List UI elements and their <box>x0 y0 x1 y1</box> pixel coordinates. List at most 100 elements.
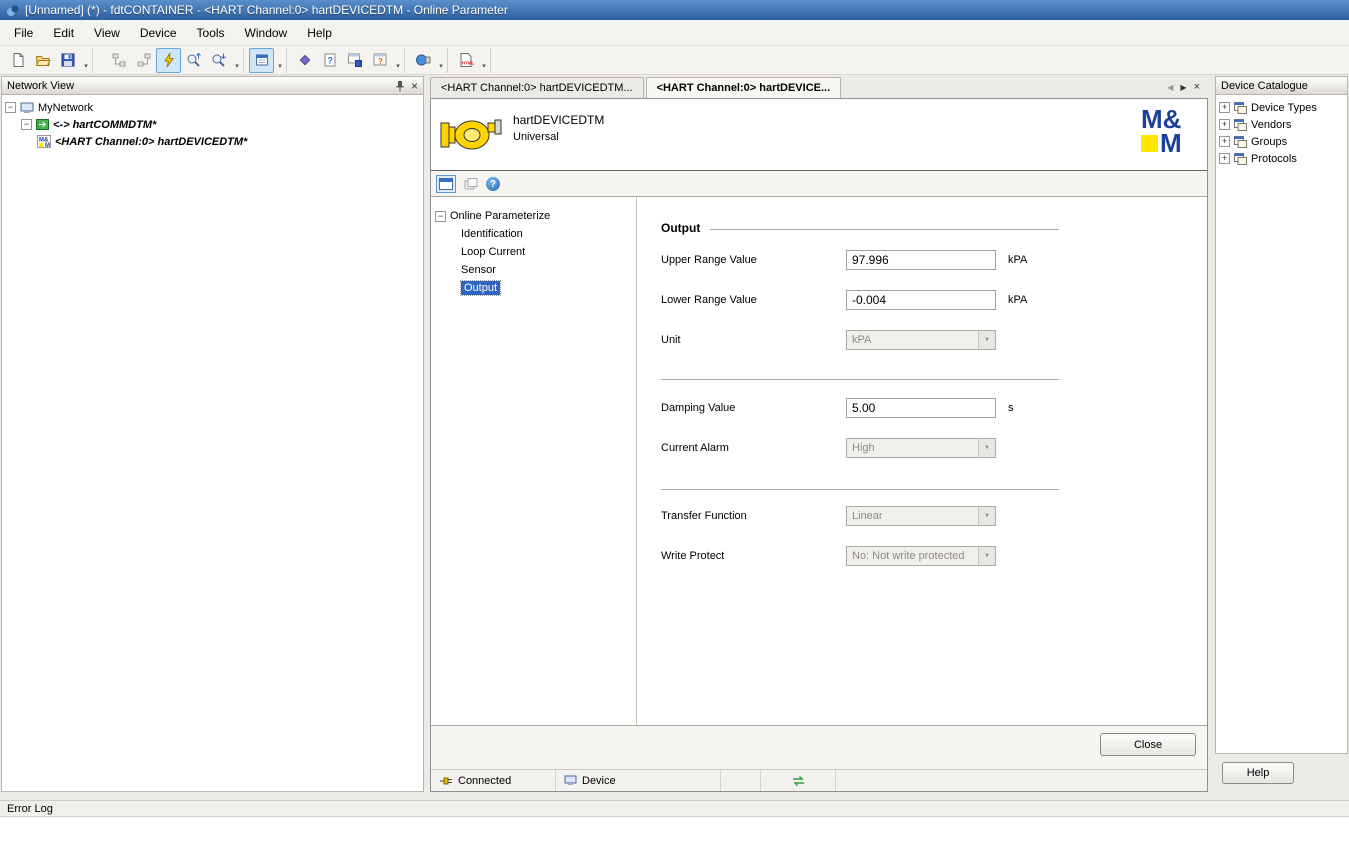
nav-item-label-selected: Output <box>459 280 502 296</box>
unit-dropdown[interactable]: kPA ▼ <box>846 330 996 350</box>
connection-orb-icon[interactable] <box>410 48 435 73</box>
html-export-icon[interactable]: HTML <box>453 48 478 73</box>
tree-node-mynetwork[interactable]: − MyNetwork <box>5 99 420 116</box>
nav-item-identification[interactable]: Identification <box>435 225 632 243</box>
catalogue-item-groups[interactable]: + Groups <box>1219 133 1344 150</box>
expand-icon[interactable]: + <box>1219 153 1230 164</box>
nav-root[interactable]: − Online Parameterize <box>435 207 632 225</box>
section-rule <box>710 228 1059 230</box>
menu-tools[interactable]: Tools <box>187 22 235 44</box>
store-to-device-icon[interactable] <box>206 48 231 73</box>
help-button[interactable]: Help <box>1222 762 1294 784</box>
nav-root-label: Online Parameterize <box>450 210 551 222</box>
nav-item-loop-current[interactable]: Loop Current <box>435 243 632 261</box>
network-download-icon[interactable] <box>131 48 156 73</box>
menu-window[interactable]: Window <box>235 22 298 44</box>
device-catalogue-panel: Device Catalogue + Device Types + Vendor… <box>1215 76 1348 792</box>
menu-edit[interactable]: Edit <box>43 22 84 44</box>
tab-scroll-right-icon[interactable]: ▶ <box>1180 83 1186 92</box>
save-icon[interactable] <box>55 48 80 73</box>
chevron-down-icon: ▼ <box>978 331 995 349</box>
field-label: Current Alarm <box>661 442 729 454</box>
dtm-status-bar: Connected Device <box>431 769 1207 791</box>
catalogue-item-device-types[interactable]: + Device Types <box>1219 99 1344 116</box>
toolbar-dropdown-icon[interactable]: ▾ <box>231 47 244 73</box>
about-icon[interactable]: ? <box>367 48 392 73</box>
connect-plug-icon[interactable] <box>156 47 181 73</box>
nav-item-label: Identification <box>461 228 523 240</box>
tab-close-icon[interactable]: × <box>1194 81 1200 93</box>
tree-node-label: <HART Channel:0> hartDEVICEDTM* <box>55 135 248 148</box>
toolbar-dropdown-icon[interactable]: ▾ <box>392 47 405 73</box>
vendor-logo-square <box>1141 135 1158 152</box>
tab-scroll-left-icon[interactable]: ◀ <box>1167 83 1173 92</box>
section-title: Output <box>661 221 701 235</box>
catalogue-folder-icon <box>1234 118 1247 131</box>
nav-item-output[interactable]: Output <box>435 279 632 297</box>
pages-view-icon[interactable] <box>461 175 481 193</box>
menu-file[interactable]: File <box>4 22 43 44</box>
toolbar-dropdown-icon[interactable]: ▾ <box>274 47 287 73</box>
error-log-panel: Error Log <box>0 800 1349 850</box>
load-from-device-icon[interactable] <box>181 48 206 73</box>
status-filler <box>836 770 1207 791</box>
damping-input[interactable] <box>846 398 996 418</box>
write-protect-dropdown[interactable]: No: Not write protected ▼ <box>846 546 996 566</box>
new-file-icon[interactable] <box>5 48 30 73</box>
report-icon[interactable] <box>342 48 367 73</box>
toolbar-dropdown-icon[interactable]: ▾ <box>435 47 448 73</box>
toolbar-dropdown-icon[interactable]: ▾ <box>80 47 93 73</box>
field-label: Damping Value <box>661 402 736 414</box>
pin-icon[interactable] <box>395 80 405 92</box>
layout-view-icon[interactable] <box>436 175 456 193</box>
application-window: [Unnamed] (*) - fdtCONTAINER - <HART Cha… <box>0 0 1349 850</box>
dtm-help-icon[interactable]: ? <box>486 177 500 191</box>
close-button[interactable]: Close <box>1100 733 1196 756</box>
field-upper-range: Upper Range Value kPA <box>661 249 1059 271</box>
dropdown-value: Linear <box>852 510 883 522</box>
expand-icon[interactable]: + <box>1219 136 1230 147</box>
status-connected: Connected <box>431 770 556 791</box>
menu-device[interactable]: Device <box>130 22 187 44</box>
network-view-body: − MyNetwork − <-> hartCOMMDTM* M& M <HAR… <box>1 95 424 792</box>
main-area: <HART Channel:0> hartDEVICEDTM... <HART … <box>430 76 1208 792</box>
catalogue-item-protocols[interactable]: + Protocols <box>1219 150 1344 167</box>
help-icon[interactable]: ? <box>317 48 342 73</box>
collapse-icon[interactable]: − <box>5 102 16 113</box>
field-label: Upper Range Value <box>661 254 757 266</box>
device-catalog-icon[interactable] <box>249 47 274 73</box>
diamond-icon[interactable] <box>292 48 317 73</box>
error-log-body <box>0 817 1349 850</box>
lower-range-input[interactable] <box>846 290 996 310</box>
collapse-icon[interactable]: − <box>21 119 32 130</box>
dropdown-value: kPA <box>852 334 872 346</box>
menu-bar: File Edit View Device Tools Window Help <box>0 20 1349 46</box>
expand-icon[interactable]: + <box>1219 102 1230 113</box>
tree-node-commdtm[interactable]: − <-> hartCOMMDTM* <box>5 116 420 133</box>
expand-icon[interactable]: + <box>1219 119 1230 130</box>
tab-device-dtm-2[interactable]: <HART Channel:0> hartDEVICE... <box>645 77 842 98</box>
menu-view[interactable]: View <box>84 22 130 44</box>
close-panel-icon[interactable]: × <box>411 80 418 92</box>
status-device-label: Device <box>582 774 616 787</box>
catalogue-item-vendors[interactable]: + Vendors <box>1219 116 1344 133</box>
dtm-toolbar: ? <box>431 172 1207 196</box>
pump-device-icon <box>439 111 503 157</box>
tree-node-devicedtm[interactable]: M& M <HART Channel:0> hartDEVICEDTM* <box>5 133 420 150</box>
dropdown-value: No: Not write protected <box>852 550 965 562</box>
open-file-icon[interactable] <box>30 48 55 73</box>
current-alarm-dropdown[interactable]: High ▼ <box>846 438 996 458</box>
dtm-content: − Online Parameterize Identification Loo… <box>431 196 1207 726</box>
device-name: hartDEVICEDTM <box>513 113 605 127</box>
toolbar-dropdown-icon[interactable]: ▾ <box>478 47 491 73</box>
menu-help[interactable]: Help <box>297 22 342 44</box>
nav-item-sensor[interactable]: Sensor <box>435 261 632 279</box>
document-tab-bar: <HART Channel:0> hartDEVICEDTM... <HART … <box>430 76 1208 98</box>
svg-text:?: ? <box>378 57 383 66</box>
network-upload-icon[interactable] <box>106 48 131 73</box>
collapse-icon[interactable]: − <box>435 210 446 222</box>
transfer-function-dropdown[interactable]: Linear ▼ <box>846 506 996 526</box>
tab-device-dtm-1[interactable]: <HART Channel:0> hartDEVICEDTM... <box>430 77 644 98</box>
network-tree: − MyNetwork − <-> hartCOMMDTM* M& M <HAR… <box>2 95 423 154</box>
upper-range-input[interactable] <box>846 250 996 270</box>
